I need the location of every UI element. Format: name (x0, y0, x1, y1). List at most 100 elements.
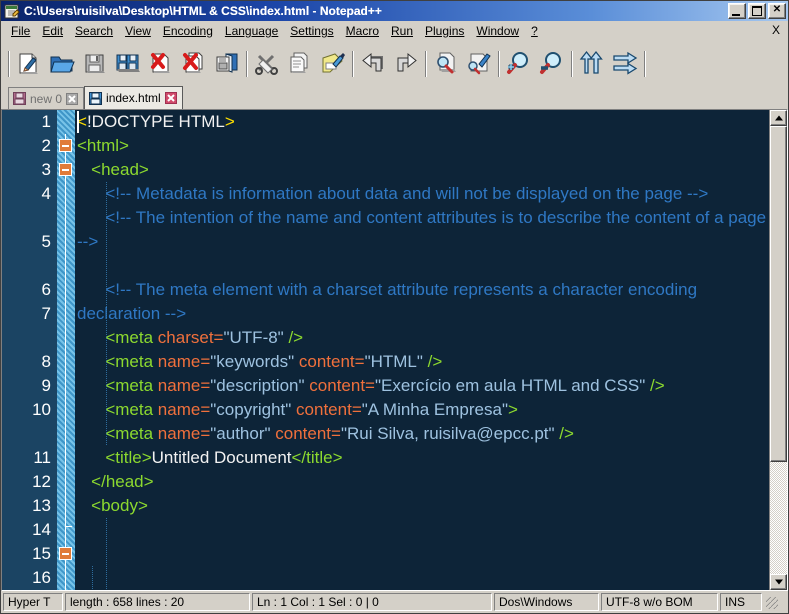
notepad-plus-plus-window: C:\Users\ruisilva\Desktop\HTML & CSS\ind… (0, 0, 789, 614)
code-line-9: <meta name="keywords" content="HTML" /> (77, 352, 443, 371)
line-number: 16 (32, 568, 51, 587)
code-line-10: <meta name="description" content="Exercí… (77, 376, 665, 395)
status-document-info: length : 658 lines : 20 (65, 593, 250, 611)
save-all-icon[interactable] (111, 47, 144, 80)
window-controls: ✕ (728, 3, 786, 19)
sync-horizontal-scroll-icon[interactable] (608, 47, 641, 80)
toolbar-separator (568, 49, 575, 79)
tab-label: new 0 (30, 91, 63, 106)
status-encoding[interactable]: UTF-8 w/o BOM (601, 593, 718, 611)
tab-close-icon[interactable] (164, 92, 177, 104)
code-line-8: <meta charset="UTF-8" /> (77, 328, 304, 347)
line-number: 5 (41, 232, 51, 251)
tab-label: index.html (106, 91, 161, 105)
close-button[interactable]: ✕ (768, 3, 786, 19)
fold-toggle-body[interactable] (59, 547, 72, 560)
copy-icon[interactable] (283, 47, 316, 80)
line-number: 12 (32, 472, 51, 491)
code-line-12: <meta name="author" content="Rui Silva, … (77, 424, 574, 443)
toolbar-separator (495, 49, 502, 79)
save-blue-icon (89, 91, 103, 105)
line-number: 1 (41, 112, 51, 131)
line-number: 10 (32, 400, 51, 419)
menu-item-language[interactable]: Language (219, 22, 284, 40)
menu-item-file[interactable]: File (5, 22, 36, 40)
scrollbar-thumb[interactable] (770, 126, 787, 462)
redo-icon[interactable] (389, 47, 422, 80)
scrollbar-track[interactable] (770, 126, 787, 574)
code-line-14: </head> (77, 472, 154, 491)
code-line-11: <meta name="copyright" content="A Minha … (77, 400, 518, 419)
paste-icon[interactable] (316, 47, 349, 80)
code-line-3: <head> (77, 160, 149, 179)
code-line-1: <!DOCTYPE HTML> (77, 112, 235, 131)
resize-grip[interactable] (764, 593, 780, 611)
zoom-in-icon[interactable] (502, 47, 535, 80)
code-line-5: <!-- The intention of the name and conte… (77, 208, 767, 251)
menu-item-view[interactable]: View (119, 22, 157, 40)
find-icon[interactable] (429, 47, 462, 80)
window-title: C:\Users\ruisilva\Desktop\HTML & CSS\ind… (24, 4, 382, 18)
close-all-files-icon[interactable] (177, 47, 210, 80)
menu-item-encoding[interactable]: Encoding (157, 22, 219, 40)
menu-item-settings[interactable]: Settings (284, 22, 339, 40)
status-language[interactable]: Hyper T (3, 593, 63, 611)
fold-margin[interactable] (57, 110, 75, 590)
toolbar-separator (422, 49, 429, 79)
fold-toggle-head[interactable] (59, 163, 72, 176)
code-line-2: <html> (77, 136, 129, 155)
toolbar-separator (243, 49, 250, 79)
menu-item-window[interactable]: Window (470, 22, 525, 40)
status-caret-info: Ln : 1 Col : 1 Sel : 0 | 0 (252, 593, 492, 611)
status-bar: Hyper T length : 658 lines : 20 Ln : 1 C… (1, 591, 788, 613)
notepad-plus-plus-icon (4, 4, 20, 19)
replace-icon[interactable] (462, 47, 495, 80)
line-number: 15 (32, 544, 51, 563)
menu-item-run[interactable]: Run (385, 22, 419, 40)
menu-item-macro[interactable]: Macro (340, 22, 385, 40)
editor-inner[interactable]: 1 2 3 4 5 6 7 8 9 10 11 12 13 14 15 16 <… (2, 110, 769, 590)
zoom-out-icon[interactable] (535, 47, 568, 80)
scroll-up-button[interactable] (770, 110, 787, 126)
editor-area: 1 2 3 4 5 6 7 8 9 10 11 12 13 14 15 16 <… (1, 109, 788, 591)
fold-toggle-html[interactable] (59, 139, 72, 152)
tab-index-html[interactable]: index.html (84, 86, 183, 109)
line-number: 7 (41, 304, 51, 323)
code-line-4: <!-- Metadata is information about data … (77, 184, 709, 203)
new-file-icon[interactable] (12, 47, 45, 80)
menu-item-edit[interactable]: Edit (36, 22, 69, 40)
code-line-15: <body> (77, 496, 148, 515)
menu-item-plugins[interactable]: Plugins (419, 22, 470, 40)
code-line-13: <title>Untitled Document</title> (77, 448, 343, 467)
line-number: 14 (32, 520, 51, 539)
undo-icon[interactable] (356, 47, 389, 80)
cut-icon[interactable] (250, 47, 283, 80)
toolbar-separator (641, 49, 648, 79)
close-document-button[interactable]: X (772, 23, 780, 37)
line-number: 6 (41, 280, 51, 299)
print-icon[interactable] (210, 47, 243, 80)
line-number: 2 (41, 136, 51, 155)
status-insert-mode[interactable]: INS (720, 593, 762, 611)
tab-bar: new 0 index.html (1, 86, 788, 109)
tab-new-0[interactable]: new 0 (8, 87, 85, 109)
line-number: 9 (41, 376, 51, 395)
menu-item-search[interactable]: Search (69, 22, 119, 40)
status-eol[interactable]: Dos\Windows (494, 593, 599, 611)
close-file-icon[interactable] (144, 47, 177, 80)
save-icon[interactable] (78, 47, 111, 80)
save-purple-icon (13, 92, 26, 105)
tab-close-icon[interactable] (66, 92, 79, 105)
code-content[interactable]: <!DOCTYPE HTML> <html> <head> <!-- Metad… (75, 110, 769, 590)
vertical-scrollbar[interactable] (769, 110, 787, 590)
minimize-button[interactable] (728, 3, 746, 19)
menu-item-help[interactable]: ? (525, 22, 544, 40)
scroll-down-button[interactable] (770, 574, 787, 590)
menu-bar: File Edit Search View Encoding Language … (1, 21, 788, 41)
maximize-button[interactable] (748, 3, 766, 19)
open-file-icon[interactable] (45, 47, 78, 80)
sync-vertical-scroll-icon[interactable] (575, 47, 608, 80)
line-number: 3 (41, 160, 51, 179)
